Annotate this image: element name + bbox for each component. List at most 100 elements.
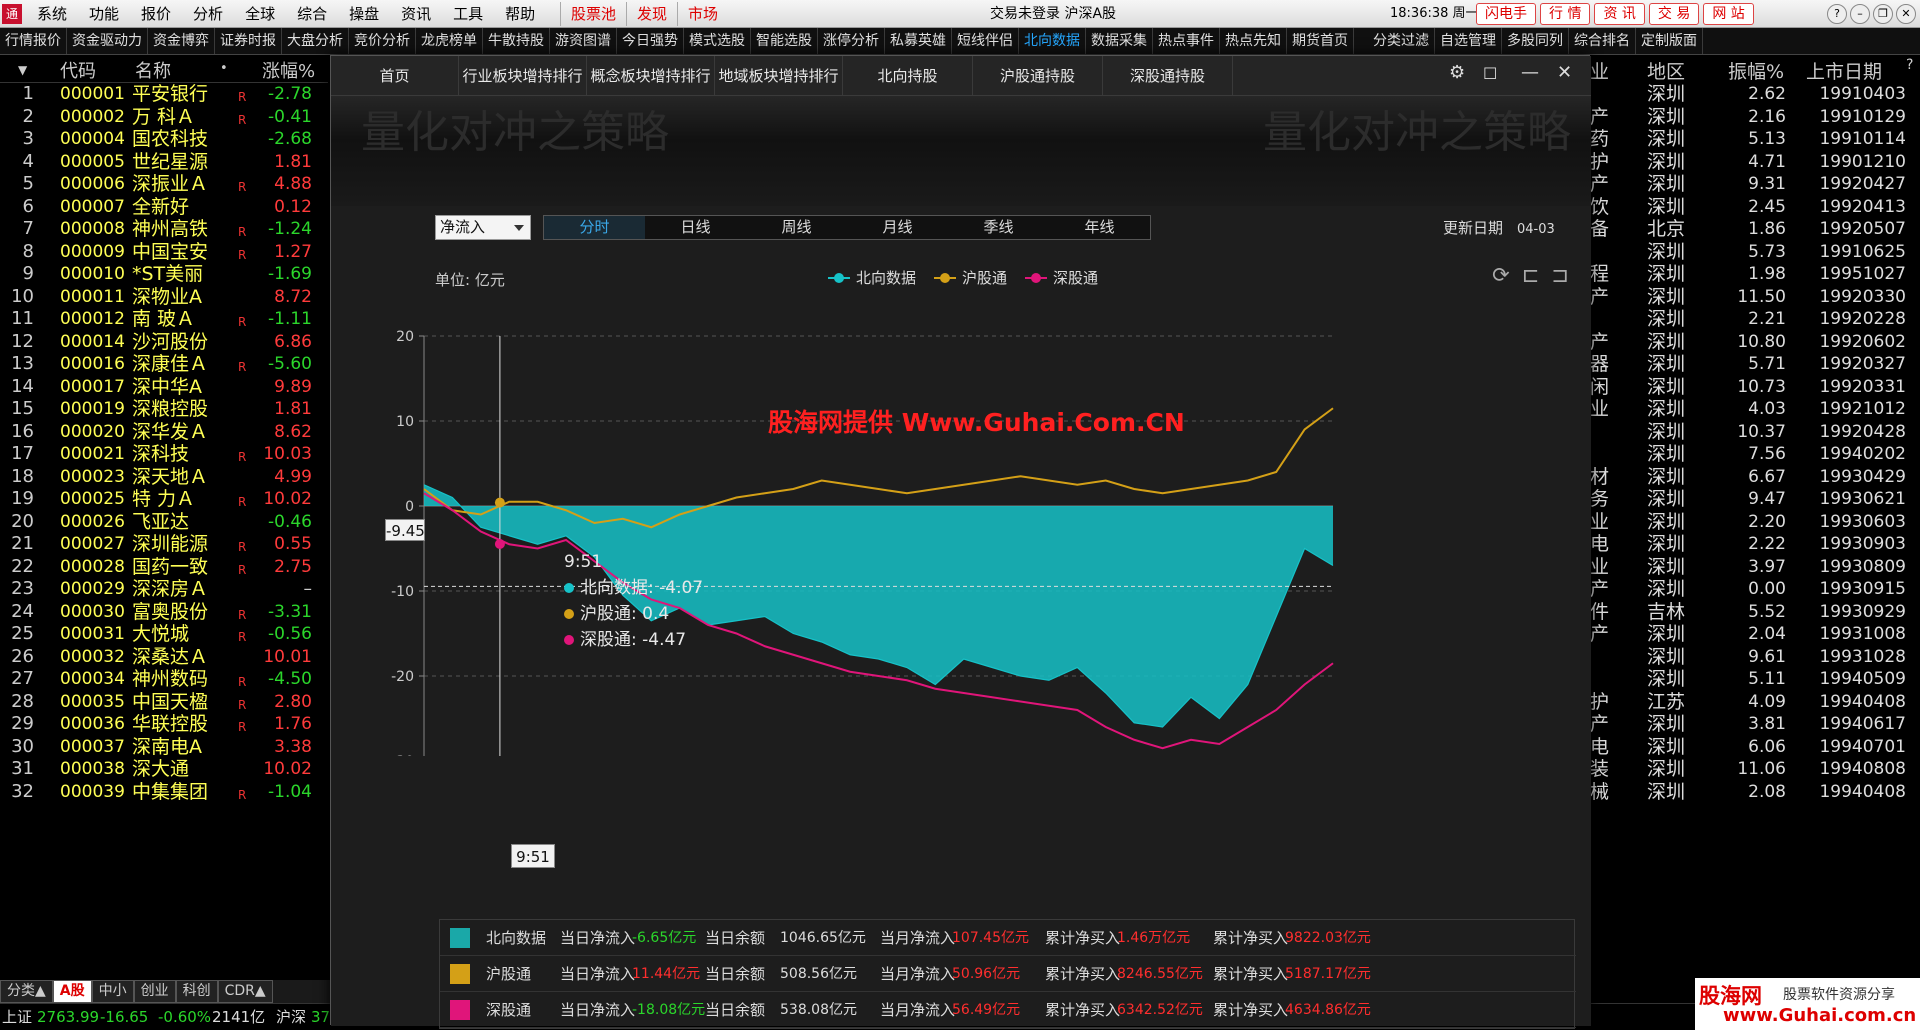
feedback-icon[interactable]: ☐ <box>1483 64 1497 83</box>
detail-row[interactable]: 产 深圳 11.50 19920330 <box>1590 286 1920 309</box>
toolbar-item[interactable]: 热点事件 <box>1153 28 1220 54</box>
menu-item[interactable]: 功能 <box>78 0 130 28</box>
restore-icon[interactable]: ❐ <box>1873 4 1893 24</box>
detail-row[interactable]: 深圳 5.73 19910625 <box>1590 241 1920 264</box>
col-region[interactable]: 地区 <box>1647 57 1685 84</box>
col-list-date[interactable]: 上市日期 <box>1806 57 1882 84</box>
toolbar-item[interactable]: 资金驱动力 <box>67 28 148 54</box>
detail-row[interactable]: 材 深圳 6.67 19930429 <box>1590 466 1920 489</box>
stock-row[interactable]: 1 000001 平安银行 R -2.78 <box>0 83 328 106</box>
market-tab[interactable]: A股 <box>52 980 92 1003</box>
period-tab[interactable]: 季线 <box>948 216 1049 239</box>
period-tab[interactable]: 月线 <box>847 216 948 239</box>
hot-menu-item[interactable]: 股票池 <box>560 2 626 26</box>
market-tab[interactable]: CDR▲ <box>217 980 273 1003</box>
menu-item[interactable]: 报价 <box>130 0 182 28</box>
stock-row[interactable]: 15 000019 深粮控股 1.81 <box>0 398 328 421</box>
stock-row[interactable]: 5 000006 深振业Ａ R 4.88 <box>0 173 328 196</box>
toolbar-item[interactable]: 私募英雄 <box>885 28 952 54</box>
legend-item[interactable]: 北向数据 <box>828 267 916 288</box>
stock-row[interactable]: 27 000034 神州数码 R -4.50 <box>0 668 328 691</box>
detail-row[interactable]: 深圳 9.61 19931028 <box>1590 646 1920 669</box>
stock-row[interactable]: 6 000007 全新好 0.12 <box>0 196 328 219</box>
toolbar-item[interactable]: 自选管理 <box>1435 28 1502 54</box>
period-tab[interactable]: 日线 <box>645 216 746 239</box>
toolbar-item[interactable]: 模式选股 <box>684 28 751 54</box>
menu-item[interactable]: 全球 <box>234 0 286 28</box>
toolbar-item[interactable]: 北向数据 <box>1019 28 1086 54</box>
legend-item[interactable]: 沪股通 <box>934 267 1007 288</box>
stock-row[interactable]: 9 000010 *ST美丽 -1.69 <box>0 263 328 286</box>
stock-row[interactable]: 4 000005 世纪星源 1.81 <box>0 151 328 174</box>
menu-item[interactable]: 综合 <box>286 0 338 28</box>
menu-item[interactable]: 操盘 <box>338 0 390 28</box>
menu-item[interactable]: 分析 <box>182 0 234 28</box>
dialog-tab[interactable]: 首页 <box>331 56 459 96</box>
minimize-icon[interactable]: – <box>1850 4 1870 24</box>
detail-row[interactable]: 电 深圳 2.22 19930903 <box>1590 533 1920 556</box>
detail-row[interactable]: 务 深圳 9.47 19930621 <box>1590 488 1920 511</box>
detail-row[interactable]: 电 深圳 6.06 19940701 <box>1590 736 1920 759</box>
minimize-icon[interactable]: — <box>1521 62 1539 83</box>
detail-row[interactable]: 业 深圳 3.97 19930809 <box>1590 556 1920 579</box>
settings-icon[interactable]: ⚙ <box>1449 62 1465 83</box>
toolbar-item[interactable]: 行情报价 <box>0 28 67 54</box>
toolbar-item[interactable]: 牛散持股 <box>483 28 550 54</box>
toolbar-item[interactable]: 资金博弈 <box>148 28 215 54</box>
toolbar-item[interactable]: 数据采集 <box>1086 28 1153 54</box>
detail-row[interactable]: 件 吉林 5.52 19930929 <box>1590 601 1920 624</box>
close-icon[interactable]: ✕ <box>1896 4 1916 24</box>
dialog-tab[interactable]: 深股通持股 <box>1103 56 1233 96</box>
menu-item[interactable]: 资讯 <box>390 0 442 28</box>
stock-row[interactable]: 7 000008 神州高铁 R -1.24 <box>0 218 328 241</box>
market-tab[interactable]: 分类▲ <box>0 980 53 1003</box>
stock-row[interactable]: 14 000017 深中华A 9.89 <box>0 376 328 399</box>
detail-row[interactable]: 械 深圳 2.08 19940408 <box>1590 781 1920 804</box>
period-tab[interactable]: 分时 <box>544 216 645 239</box>
quick-button[interactable]: 闪电手 <box>1476 3 1536 25</box>
stock-row[interactable]: 20 000026 飞亚达 -0.46 <box>0 511 328 534</box>
toolbar-item[interactable]: 定制版面 <box>1636 28 1703 54</box>
dialog-tab[interactable]: 概念板块增持排行 <box>587 56 715 96</box>
toolbar-item[interactable]: 竞价分析 <box>349 28 416 54</box>
detail-row[interactable]: 产 深圳 10.80 19920602 <box>1590 331 1920 354</box>
close-icon[interactable]: ✕ <box>1557 62 1572 83</box>
detail-row[interactable]: 饮 深圳 2.45 19920413 <box>1590 196 1920 219</box>
stock-row[interactable]: 11 000012 南 玻Ａ R -1.11 <box>0 308 328 331</box>
toolbar-item[interactable]: 涨停分析 <box>818 28 885 54</box>
detail-row[interactable]: 产 深圳 3.81 19940617 <box>1590 713 1920 736</box>
quick-button[interactable]: 交 易 <box>1648 3 1700 25</box>
stock-row[interactable]: 13 000016 深康佳Ａ R -5.60 <box>0 353 328 376</box>
stock-row[interactable]: 10 000011 深物业A 8.72 <box>0 286 328 309</box>
flow-type-select[interactable]: 净流入 <box>435 215 531 240</box>
detail-row[interactable]: 产 深圳 2.16 19910129 <box>1590 106 1920 129</box>
help-mark[interactable]: ? <box>1906 57 1913 73</box>
stock-row[interactable]: 32 000039 中集集团 R -1.04 <box>0 781 328 804</box>
quick-button[interactable]: 网 站 <box>1703 3 1754 25</box>
detail-row[interactable]: 药 深圳 5.13 19910114 <box>1590 128 1920 151</box>
zoom-area-icon[interactable]: ⊏ <box>1522 263 1540 287</box>
toolbar-item[interactable]: 期货首页 <box>1287 28 1354 54</box>
detail-row[interactable]: 装 深圳 11.06 19940808 <box>1590 758 1920 781</box>
stock-row[interactable]: 31 000038 深大通 10.02 <box>0 758 328 781</box>
stock-row[interactable]: 12 000014 沙河股份 6.86 <box>0 331 328 354</box>
detail-row[interactable]: 深圳 10.37 19920428 <box>1590 421 1920 444</box>
stock-row[interactable]: 3 000004 国农科技 -2.68 <box>0 128 328 151</box>
stock-row[interactable]: 24 000030 富奥股份 R -3.31 <box>0 601 328 624</box>
stock-row[interactable]: 23 000029 深深房Ａ – <box>0 578 328 601</box>
stock-row[interactable]: 26 000032 深桑达Ａ 10.01 <box>0 646 328 669</box>
detail-row[interactable]: 产 深圳 0.00 19930915 <box>1590 578 1920 601</box>
toolbar-item[interactable]: 多股同列 <box>1502 28 1569 54</box>
market-tab[interactable]: 科创 <box>175 980 218 1003</box>
toolbar-item[interactable]: 大盘分析 <box>282 28 349 54</box>
toolbar-item[interactable]: 今日强势 <box>617 28 684 54</box>
detail-row[interactable]: 产 深圳 9.31 19920427 <box>1590 173 1920 196</box>
stock-row[interactable]: 25 000031 大悦城 R -0.56 <box>0 623 328 646</box>
refresh-icon[interactable]: ⟳ <box>1492 263 1510 287</box>
detail-row[interactable]: 护 江苏 4.09 19940408 <box>1590 691 1920 714</box>
detail-row[interactable]: 程 深圳 1.98 19951027 <box>1590 263 1920 286</box>
zoom-reset-icon[interactable]: ⊐ <box>1551 263 1569 287</box>
detail-row[interactable]: 备 北京 1.86 19920507 <box>1590 218 1920 241</box>
menu-item[interactable]: 工具 <box>442 0 494 28</box>
detail-row[interactable]: 深圳 5.11 19940509 <box>1590 668 1920 691</box>
